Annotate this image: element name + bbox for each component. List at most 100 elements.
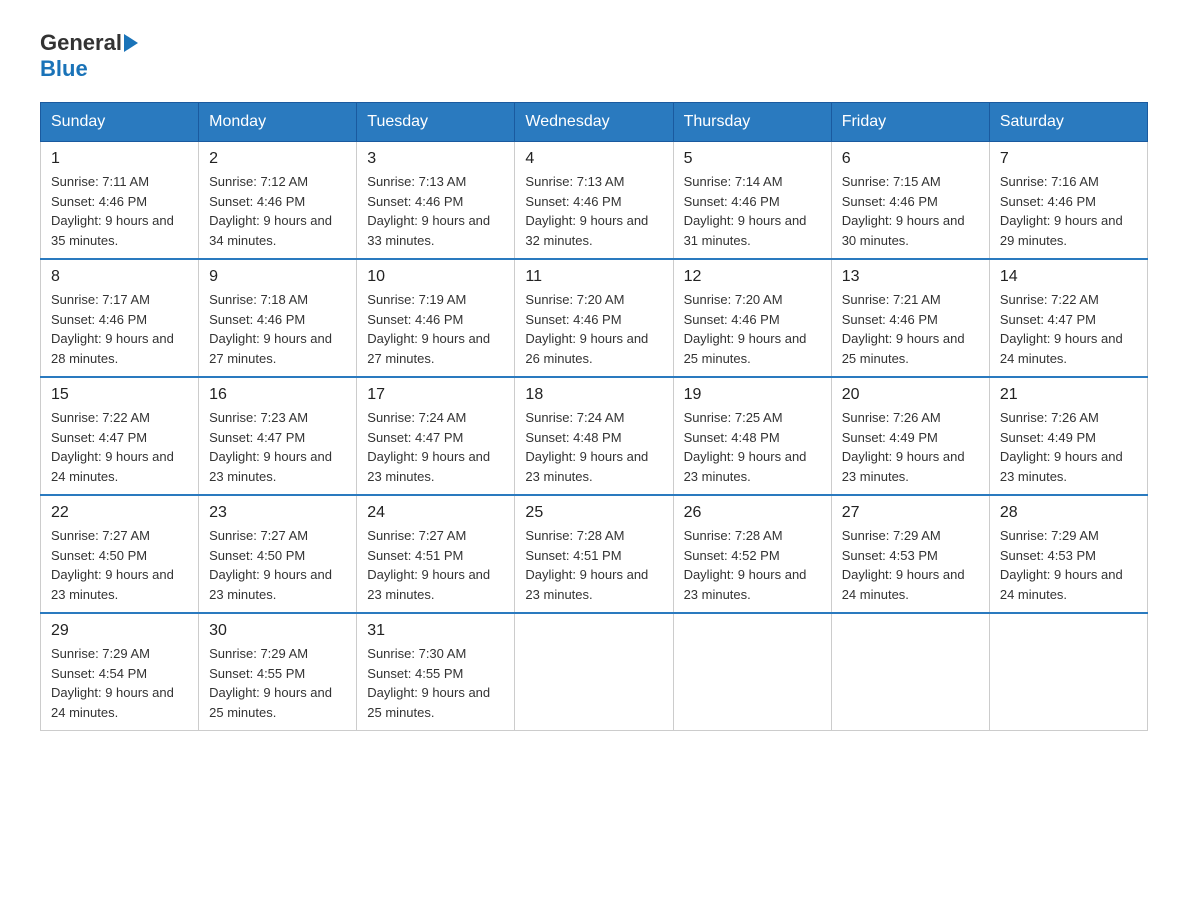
weekday-header-saturday: Saturday — [989, 103, 1147, 142]
day-number: 12 — [684, 268, 821, 286]
day-info: Sunrise: 7:12 AMSunset: 4:46 PMDaylight:… — [209, 172, 346, 250]
logo-triangle-icon — [124, 34, 138, 52]
day-info: Sunrise: 7:29 AMSunset: 4:55 PMDaylight:… — [209, 644, 346, 722]
day-number: 17 — [367, 386, 504, 404]
day-info: Sunrise: 7:20 AMSunset: 4:46 PMDaylight:… — [684, 290, 821, 368]
day-info: Sunrise: 7:27 AMSunset: 4:51 PMDaylight:… — [367, 526, 504, 604]
day-number: 20 — [842, 386, 979, 404]
calendar-cell: 1 Sunrise: 7:11 AMSunset: 4:46 PMDaylight… — [41, 142, 199, 260]
calendar-cell: 24 Sunrise: 7:27 AMSunset: 4:51 PMDayligh… — [357, 495, 515, 613]
day-info: Sunrise: 7:23 AMSunset: 4:47 PMDaylight:… — [209, 408, 346, 486]
day-number: 30 — [209, 622, 346, 640]
day-number: 18 — [525, 386, 662, 404]
page-header: General Blue — [40, 30, 1148, 82]
day-number: 10 — [367, 268, 504, 286]
calendar-cell: 13Sunrise: 7:21 AMSunset: 4:46 PMDayligh… — [831, 259, 989, 377]
calendar-cell: 18 Sunrise: 7:24 AMSunset: 4:48 PMDayligh… — [515, 377, 673, 495]
day-info: Sunrise: 7:26 AMSunset: 4:49 PMDaylight:… — [1000, 408, 1137, 486]
calendar-cell: 9 Sunrise: 7:18 AMSunset: 4:46 PMDaylight… — [199, 259, 357, 377]
weekday-header-row: SundayMondayTuesdayWednesdayThursdayFrid… — [41, 103, 1148, 142]
day-number: 22 — [51, 504, 188, 522]
day-number: 21 — [1000, 386, 1137, 404]
day-info: Sunrise: 7:14 AMSunset: 4:46 PMDaylight:… — [684, 172, 821, 250]
calendar-cell: 25 Sunrise: 7:28 AMSunset: 4:51 PMDayligh… — [515, 495, 673, 613]
calendar-cell: 8Sunrise: 7:17 AMSunset: 4:46 PMDaylight… — [41, 259, 199, 377]
calendar-cell: 23 Sunrise: 7:27 AMSunset: 4:50 PMDayligh… — [199, 495, 357, 613]
calendar-cell: 5 Sunrise: 7:14 AMSunset: 4:46 PMDaylight… — [673, 142, 831, 260]
logo: General Blue — [40, 30, 140, 82]
day-info: Sunrise: 7:11 AMSunset: 4:46 PMDaylight:… — [51, 172, 188, 250]
calendar-cell: 26 Sunrise: 7:28 AMSunset: 4:52 PMDayligh… — [673, 495, 831, 613]
day-number: 11 — [525, 268, 662, 286]
calendar-table: SundayMondayTuesdayWednesdayThursdayFrid… — [40, 102, 1148, 731]
calendar-cell: 14Sunrise: 7:22 AMSunset: 4:47 PMDayligh… — [989, 259, 1147, 377]
calendar-cell — [831, 613, 989, 731]
logo-general-text: General — [40, 30, 122, 56]
day-number: 16 — [209, 386, 346, 404]
calendar-cell — [515, 613, 673, 731]
day-number: 5 — [684, 150, 821, 168]
calendar-cell: 17 Sunrise: 7:24 AMSunset: 4:47 PMDayligh… — [357, 377, 515, 495]
weekday-header-wednesday: Wednesday — [515, 103, 673, 142]
calendar-cell: 31 Sunrise: 7:30 AMSunset: 4:55 PMDayligh… — [357, 613, 515, 731]
weekday-header-monday: Monday — [199, 103, 357, 142]
calendar-cell: 7Sunrise: 7:16 AMSunset: 4:46 PMDaylight… — [989, 142, 1147, 260]
day-info: Sunrise: 7:21 AMSunset: 4:46 PMDaylight:… — [842, 290, 979, 368]
day-info: Sunrise: 7:30 AMSunset: 4:55 PMDaylight:… — [367, 644, 504, 722]
day-number: 1 — [51, 150, 188, 168]
day-number: 25 — [525, 504, 662, 522]
day-info: Sunrise: 7:29 AMSunset: 4:53 PMDaylight:… — [842, 526, 979, 604]
calendar-cell: 28 Sunrise: 7:29 AMSunset: 4:53 PMDayligh… — [989, 495, 1147, 613]
day-info: Sunrise: 7:13 AMSunset: 4:46 PMDaylight:… — [525, 172, 662, 250]
day-number: 23 — [209, 504, 346, 522]
day-number: 6 — [842, 150, 979, 168]
calendar-cell: 29Sunrise: 7:29 AMSunset: 4:54 PMDayligh… — [41, 613, 199, 731]
day-info: Sunrise: 7:20 AMSunset: 4:46 PMDaylight:… — [525, 290, 662, 368]
logo-blue-text: Blue — [40, 56, 88, 82]
day-info: Sunrise: 7:28 AMSunset: 4:52 PMDaylight:… — [684, 526, 821, 604]
day-number: 9 — [209, 268, 346, 286]
day-number: 31 — [367, 622, 504, 640]
calendar-cell — [673, 613, 831, 731]
day-info: Sunrise: 7:25 AMSunset: 4:48 PMDaylight:… — [684, 408, 821, 486]
day-info: Sunrise: 7:18 AMSunset: 4:46 PMDaylight:… — [209, 290, 346, 368]
calendar-cell: 10 Sunrise: 7:19 AMSunset: 4:46 PMDayligh… — [357, 259, 515, 377]
day-number: 15 — [51, 386, 188, 404]
calendar-cell: 20 Sunrise: 7:26 AMSunset: 4:49 PMDayligh… — [831, 377, 989, 495]
day-number: 2 — [209, 150, 346, 168]
day-number: 24 — [367, 504, 504, 522]
calendar-week-row: 29Sunrise: 7:29 AMSunset: 4:54 PMDayligh… — [41, 613, 1148, 731]
weekday-header-thursday: Thursday — [673, 103, 831, 142]
calendar-cell: 2 Sunrise: 7:12 AMSunset: 4:46 PMDaylight… — [199, 142, 357, 260]
calendar-cell: 21 Sunrise: 7:26 AMSunset: 4:49 PMDayligh… — [989, 377, 1147, 495]
day-info: Sunrise: 7:13 AMSunset: 4:46 PMDaylight:… — [367, 172, 504, 250]
calendar-cell: 15 Sunrise: 7:22 AMSunset: 4:47 PMDayligh… — [41, 377, 199, 495]
day-info: Sunrise: 7:28 AMSunset: 4:51 PMDaylight:… — [525, 526, 662, 604]
day-number: 28 — [1000, 504, 1137, 522]
day-info: Sunrise: 7:17 AMSunset: 4:46 PMDaylight:… — [51, 290, 188, 368]
day-info: Sunrise: 7:15 AMSunset: 4:46 PMDaylight:… — [842, 172, 979, 250]
day-info: Sunrise: 7:27 AMSunset: 4:50 PMDaylight:… — [51, 526, 188, 604]
day-info: Sunrise: 7:22 AMSunset: 4:47 PMDaylight:… — [51, 408, 188, 486]
calendar-cell — [989, 613, 1147, 731]
day-number: 4 — [525, 150, 662, 168]
weekday-header-tuesday: Tuesday — [357, 103, 515, 142]
calendar-cell: 16 Sunrise: 7:23 AMSunset: 4:47 PMDayligh… — [199, 377, 357, 495]
calendar-week-row: 8Sunrise: 7:17 AMSunset: 4:46 PMDaylight… — [41, 259, 1148, 377]
calendar-cell: 12 Sunrise: 7:20 AMSunset: 4:46 PMDayligh… — [673, 259, 831, 377]
calendar-cell: 6 Sunrise: 7:15 AMSunset: 4:46 PMDaylight… — [831, 142, 989, 260]
day-info: Sunrise: 7:27 AMSunset: 4:50 PMDaylight:… — [209, 526, 346, 604]
day-info: Sunrise: 7:19 AMSunset: 4:46 PMDaylight:… — [367, 290, 504, 368]
day-info: Sunrise: 7:26 AMSunset: 4:49 PMDaylight:… — [842, 408, 979, 486]
day-info: Sunrise: 7:24 AMSunset: 4:48 PMDaylight:… — [525, 408, 662, 486]
calendar-cell: 11 Sunrise: 7:20 AMSunset: 4:46 PMDayligh… — [515, 259, 673, 377]
calendar-cell: 4 Sunrise: 7:13 AMSunset: 4:46 PMDaylight… — [515, 142, 673, 260]
day-info: Sunrise: 7:22 AMSunset: 4:47 PMDaylight:… — [1000, 290, 1137, 368]
day-number: 26 — [684, 504, 821, 522]
day-number: 29 — [51, 622, 188, 640]
day-info: Sunrise: 7:16 AMSunset: 4:46 PMDaylight:… — [1000, 172, 1137, 250]
day-info: Sunrise: 7:29 AMSunset: 4:53 PMDaylight:… — [1000, 526, 1137, 604]
calendar-week-row: 22 Sunrise: 7:27 AMSunset: 4:50 PMDayligh… — [41, 495, 1148, 613]
day-info: Sunrise: 7:24 AMSunset: 4:47 PMDaylight:… — [367, 408, 504, 486]
calendar-cell: 19Sunrise: 7:25 AMSunset: 4:48 PMDayligh… — [673, 377, 831, 495]
